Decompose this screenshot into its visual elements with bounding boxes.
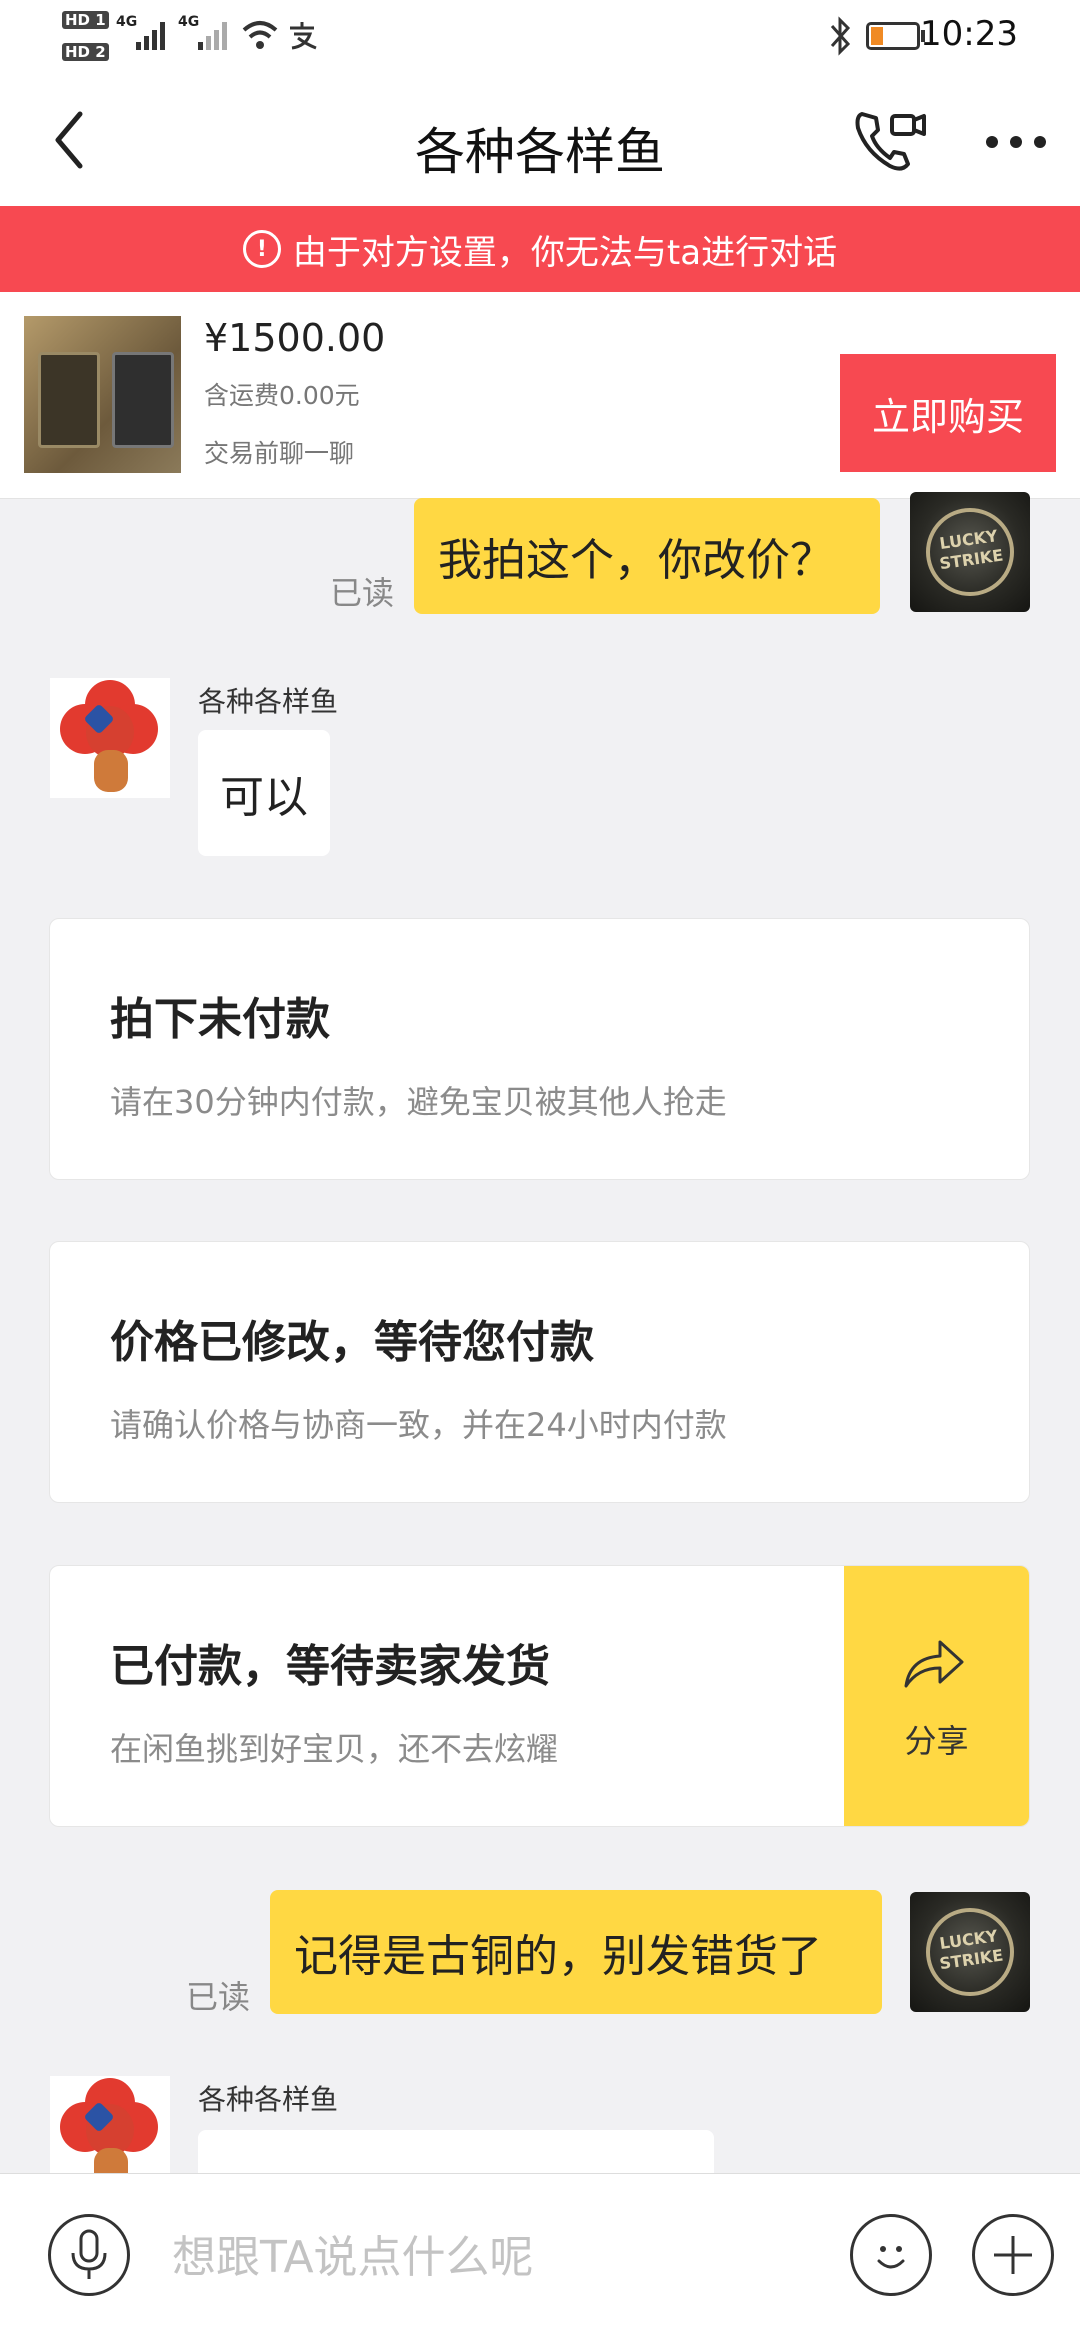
more-actions-button[interactable] — [972, 2214, 1054, 2296]
hd1-indicator: HD 1 — [62, 10, 109, 29]
message-bubble-left[interactable]: 可以 — [198, 730, 330, 856]
chat-hint: 交易前聊一聊 — [204, 439, 355, 468]
more-icon[interactable] — [984, 134, 1048, 150]
sender-name: 各种各样鱼 — [198, 2083, 339, 2116]
hd2-indicator: HD 2 — [62, 42, 109, 61]
product-image[interactable] — [24, 316, 181, 473]
microphone-icon — [71, 2229, 107, 2279]
clock: 10:23 — [920, 14, 1018, 54]
card-subtitle: 请确认价格与协商一致，并在24小时内付款 — [110, 1406, 727, 1444]
message-bubble-left[interactable] — [198, 2130, 714, 2173]
message-bubble-right[interactable]: 记得是古铜的，别发错货了 — [270, 1890, 882, 2014]
seller-avatar[interactable] — [50, 2076, 170, 2173]
order-status-card[interactable]: 价格已修改，等待您付款 请确认价格与协商一致，并在24小时内付款 — [49, 1241, 1030, 1503]
message-bubble-right[interactable]: 我拍这个，你改价？ — [414, 498, 880, 614]
read-status: 已读 — [330, 574, 395, 612]
warning-icon: ! — [242, 230, 281, 268]
card-title: 价格已修改，等待您付款 — [110, 1317, 594, 1368]
share-icon — [904, 1640, 964, 1688]
plus-icon — [994, 2236, 1032, 2274]
signal-icon — [136, 22, 165, 50]
card-title: 已付款，等待卖家发货 — [110, 1641, 550, 1692]
card-title: 拍下未付款 — [110, 994, 330, 1045]
bluetooth-icon — [830, 16, 851, 56]
emoji-button[interactable] — [850, 2214, 932, 2296]
signal-icon-2 — [198, 22, 227, 50]
card-subtitle: 请在30分钟内付款，避免宝贝被其他人抢走 — [110, 1083, 727, 1121]
my-avatar[interactable]: LUCKY STRIKE — [910, 1892, 1030, 2012]
card-subtitle: 在闲鱼挑到好宝贝，还不去炫耀 — [110, 1730, 559, 1768]
alipay-icon — [290, 22, 317, 50]
message-input[interactable] — [170, 2214, 834, 2300]
shipping-fee: 含运费0.00元 — [204, 381, 360, 410]
input-bar — [0, 2173, 1080, 2341]
product-card[interactable]: ¥1500.00 含运费0.00元 交易前聊一聊 立即购买 — [0, 292, 1080, 499]
buy-now-button[interactable]: 立即购买 — [840, 354, 1056, 472]
read-status: 已读 — [186, 1978, 251, 2016]
nav-bar: 各种各样鱼 — [0, 76, 1080, 206]
share-label: 分享 — [904, 1722, 969, 1760]
banner-text: 由于对方设置，你无法与ta进行对话 — [292, 232, 838, 273]
status-bar: HD 1 HD 2 4G 4G 10:23 — [0, 0, 1080, 76]
order-status-card[interactable]: 已付款，等待卖家发货 在闲鱼挑到好宝贝，还不去炫耀 分享 — [49, 1565, 1030, 1827]
blocked-banner: ! 由于对方设置，你无法与ta进行对话 — [0, 206, 1080, 292]
my-avatar[interactable]: LUCKY STRIKE — [910, 492, 1030, 612]
sender-name: 各种各样鱼 — [198, 685, 339, 718]
smiley-icon — [877, 2246, 905, 2269]
seller-avatar[interactable] — [50, 678, 170, 798]
video-call-icon[interactable] — [852, 104, 928, 176]
share-button[interactable]: 分享 — [844, 1566, 1029, 1826]
voice-button[interactable] — [48, 2214, 130, 2296]
product-price: ¥1500.00 — [204, 316, 386, 360]
wifi-icon — [242, 21, 278, 49]
battery-icon — [866, 22, 920, 50]
order-status-card[interactable]: 拍下未付款 请在30分钟内付款，避免宝贝被其他人抢走 — [49, 918, 1030, 1180]
